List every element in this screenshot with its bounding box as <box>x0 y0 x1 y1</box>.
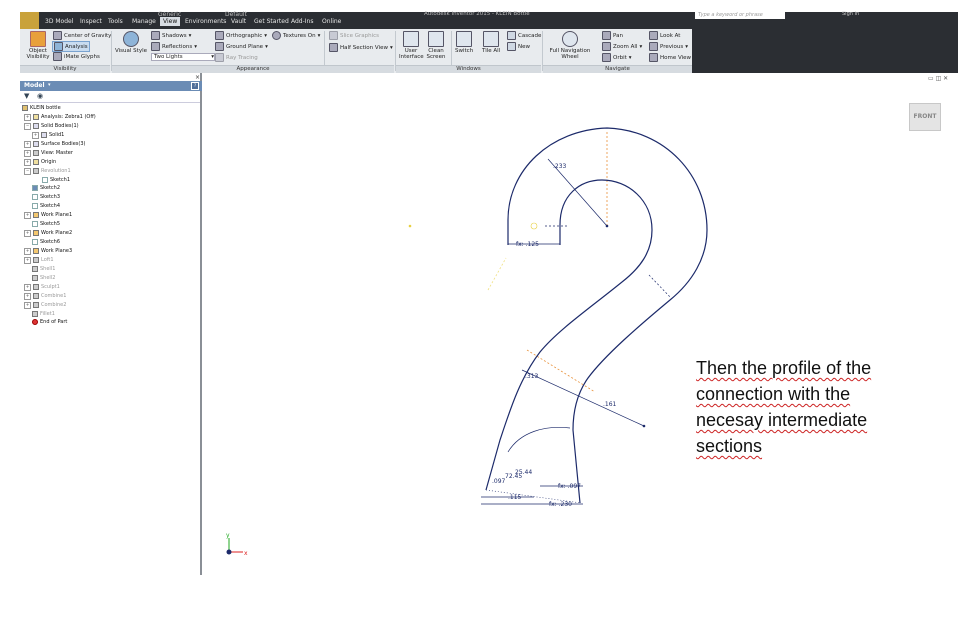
sketch-point[interactable] <box>642 424 646 428</box>
dimension-d10[interactable]: fx: .230 <box>549 501 572 508</box>
dimension-d2[interactable]: fx: .125 <box>516 241 539 248</box>
profile-inner-curve[interactable] <box>485 179 653 491</box>
dimension-d9[interactable]: .115 <box>508 494 522 501</box>
dimension-d7[interactable]: 25.44 <box>515 469 532 476</box>
caption-line: sections <box>696 436 763 456</box>
profile-outer-curve[interactable] <box>507 127 708 504</box>
dimension-d5[interactable]: .097 <box>492 478 506 485</box>
caption-line: connection with the <box>696 384 851 404</box>
caption-line: necesay intermediate <box>696 410 868 430</box>
caption-line: Then the profile of the <box>696 358 872 378</box>
construction-line <box>487 257 507 291</box>
dimension-d1[interactable]: .233 <box>553 163 567 170</box>
angle-dimension-arc <box>507 427 571 453</box>
origin-point <box>226 549 232 555</box>
annotation-caption: Then the profile of the connection with … <box>696 355 916 459</box>
dimension-d3[interactable]: .313 <box>525 373 539 380</box>
dimension-d8[interactable]: fx: .097 <box>558 483 581 490</box>
sketch-point[interactable] <box>605 224 609 228</box>
dimension-d4[interactable]: .161 <box>603 401 617 408</box>
x-axis-label: x <box>244 550 248 557</box>
y-axis-label: y <box>226 532 230 539</box>
dimension-leader <box>521 369 645 427</box>
sketch-canvas: .233 fx: .125 .313 .161 .097 72.45 25.44… <box>226 127 708 557</box>
sketch-point[interactable] <box>408 224 412 228</box>
sketch-point[interactable] <box>530 222 538 230</box>
construction-line <box>648 274 672 299</box>
